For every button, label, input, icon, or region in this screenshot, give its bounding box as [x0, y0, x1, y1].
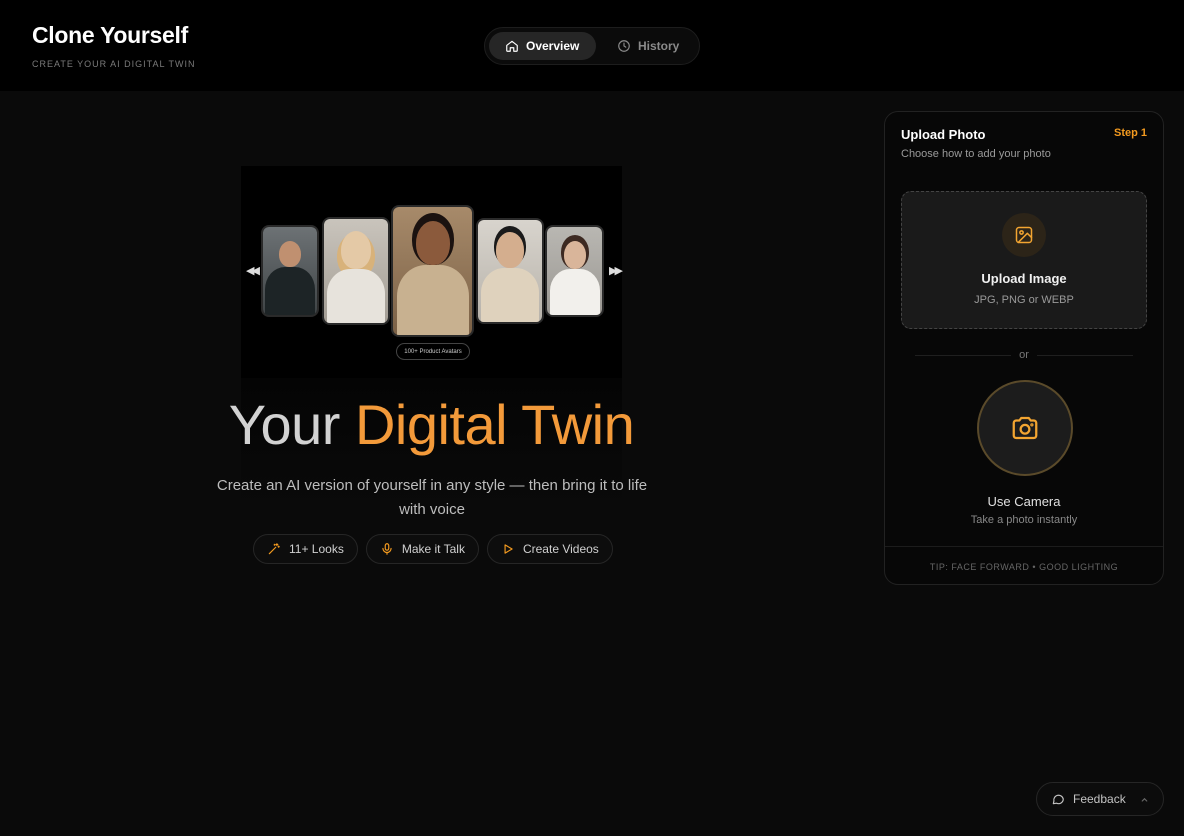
view-switcher: Overview History [484, 27, 700, 65]
magic-wand-icon [268, 543, 280, 555]
upload-image-dropzone[interactable]: Upload Image JPG, PNG or WEBP [901, 191, 1147, 329]
rewind-icon: ◀◀ [246, 265, 260, 277]
panel-description: Choose how to add your photo [901, 148, 1051, 160]
upload-photo-panel: Upload Photo Step 1 Choose how to add yo… [884, 111, 1164, 585]
app-title: Clone Yourself [32, 22, 188, 48]
feedback-button[interactable]: Feedback [1036, 782, 1164, 816]
upload-image-formats: JPG, PNG or WEBP [974, 294, 1074, 306]
feature-chip-talk-label: Make it Talk [401, 542, 465, 556]
media-badge: 100+ Product Avatars [396, 343, 470, 360]
microphone-icon [382, 543, 392, 555]
feature-chip-looks-label: 11+ Looks [289, 542, 344, 556]
hero-title: Your Digital Twin [0, 392, 863, 457]
tab-overview[interactable]: Overview [489, 32, 596, 60]
use-camera-button[interactable] [977, 380, 1073, 476]
panel-title: Upload Photo [901, 127, 986, 142]
feedback-label: Feedback [1073, 792, 1126, 806]
use-camera-subtitle: Take a photo instantly [970, 514, 1078, 526]
feature-chip-videos-label: Create Videos [522, 542, 599, 556]
or-divider-label: or [1019, 349, 1029, 361]
hero-title-highlight: Digital Twin [354, 393, 635, 456]
avatar-card [261, 225, 319, 317]
step-badge: Step 1 [1113, 127, 1147, 139]
avatar-card [476, 218, 544, 324]
avatar-card [391, 205, 474, 337]
hero-subtitle: Create an AI version of yourself in any … [216, 477, 648, 518]
avatar-card [545, 225, 604, 317]
chat-bubble-icon [1052, 794, 1064, 805]
chevron-up-icon [1141, 797, 1148, 802]
feature-chips: 11+ Looks Make it Talk Create Videos [253, 534, 613, 564]
avatar-card [322, 217, 390, 325]
tab-overview-label: Overview [526, 39, 580, 53]
top-bar: Clone Yourself CREATE YOUR AI DIGITAL TW… [0, 0, 1184, 91]
app-subtitle: CREATE YOUR AI DIGITAL TWIN [32, 59, 196, 69]
photo-tip: TIP: FACE FORWARD • GOOD LIGHTING [885, 546, 1163, 586]
image-icon [1015, 226, 1033, 244]
camera-icon [1012, 416, 1038, 440]
or-divider: or [915, 348, 1133, 362]
feature-chip-looks: 11+ Looks [253, 534, 358, 564]
avatar-carousel: ◀◀ ▶▶ 100+ Product Avatars [241, 166, 623, 378]
home-icon [506, 40, 518, 52]
clock-icon [618, 40, 630, 52]
feature-chip-videos: Create Videos [486, 534, 613, 564]
upload-image-title: Upload Image [981, 271, 1067, 286]
use-camera-title: Use Camera [987, 494, 1061, 509]
play-icon [504, 544, 513, 554]
fast-forward-icon: ▶▶ [609, 265, 623, 277]
feature-chip-talk: Make it Talk [365, 534, 479, 564]
avatar-showcase-video: ◀◀ ▶▶ 100+ Product Avatars [241, 166, 623, 510]
hero-title-part1: Your [228, 393, 355, 456]
tab-history-label: History [638, 39, 680, 53]
tab-history[interactable]: History [601, 32, 695, 60]
